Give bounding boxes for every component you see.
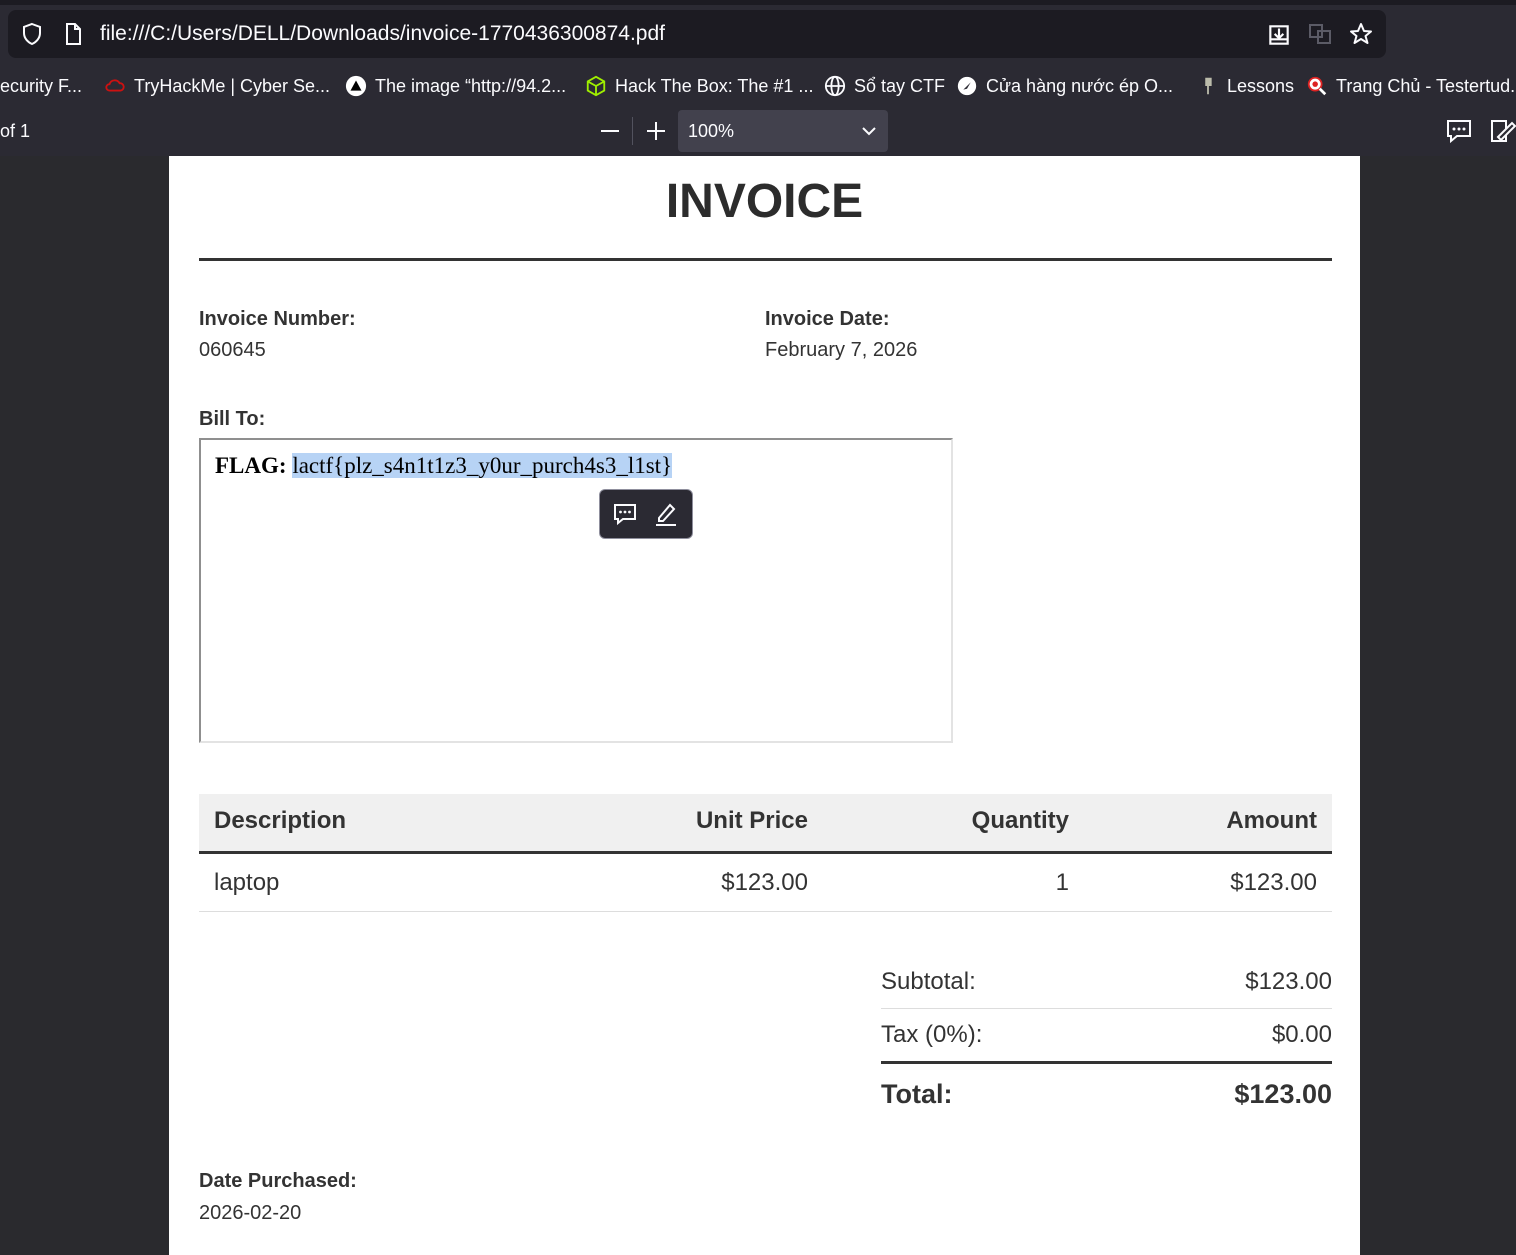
table-row: laptop $123.00 1 $123.00: [199, 854, 1332, 912]
cell-amount: $123.00: [1230, 869, 1317, 896]
pdf-viewer[interactable]: INVOICE Invoice Number: 060645 Invoice D…: [0, 156, 1516, 1255]
cloud-icon: [104, 75, 126, 97]
col-amount: Amount: [1226, 807, 1317, 834]
date-purchased: 2026-02-20: [199, 1202, 302, 1224]
bookmark-item[interactable]: TryHackMe | Cyber Se...: [104, 74, 330, 98]
cell-unit-price: $123.00: [721, 869, 808, 896]
items-table-header: Description Unit Price Quantity Amount: [199, 794, 1332, 854]
bookmark-item[interactable]: The image “http://94.2...: [345, 74, 566, 98]
subtotal-label: Subtotal:: [881, 968, 976, 995]
cube-icon: [585, 75, 607, 97]
zoom-out-button[interactable]: [594, 115, 626, 147]
magnifier-bug-icon: [1306, 75, 1328, 97]
tax-value: $0.00: [1271, 1021, 1332, 1048]
bookmark-item[interactable]: Sổ tay CTF: [824, 74, 945, 98]
subtotal-divider: [881, 1008, 1332, 1009]
bookmark-item[interactable]: Lessons: [1197, 74, 1294, 98]
download-icon[interactable]: [1266, 22, 1292, 48]
date-purchased-label: Date Purchased:: [199, 1170, 357, 1192]
navigation-bar: file:///C:/Users/DELL/Downloads/invoice-…: [0, 5, 1516, 67]
bookmark-label: Trang Chủ - Testertud...: [1336, 75, 1516, 96]
bookmark-label: Sổ tay CTF: [854, 75, 946, 96]
triangle-icon: [345, 75, 367, 97]
page-count: of 1: [0, 121, 31, 141]
invoice-number-label: Invoice Number:: [199, 308, 356, 330]
subtotal-row: Subtotal: $123.00: [881, 968, 1332, 996]
zoom-in-button[interactable]: [640, 115, 672, 147]
page-icon: [66, 23, 81, 45]
cell-description: laptop: [214, 869, 280, 896]
bookmark-label: Hack The Box: The #1 ...: [615, 75, 814, 96]
bill-to-label: Bill To:: [199, 408, 266, 430]
col-description: Description: [214, 807, 347, 834]
bill-to-box: FLAG: lactf{plz_s4n1t1z3_y0ur_purch4s3_l…: [199, 438, 953, 743]
pdf-page: INVOICE Invoice Number: 060645 Invoice D…: [169, 156, 1360, 1255]
bookmark-item[interactable]: Hack The Box: The #1 ...: [585, 74, 813, 98]
flag-label: FLAG:: [215, 453, 287, 478]
chevron-down-icon: [862, 127, 876, 136]
bookmark-label: TryHackMe | Cyber Se...: [134, 75, 331, 96]
compass-icon: [956, 75, 978, 97]
pin-icon: [1197, 75, 1219, 97]
title-divider: [199, 258, 1332, 261]
cell-quantity: 1: [1055, 869, 1069, 896]
translate-icon[interactable]: [1308, 22, 1332, 46]
selection-popup: [599, 489, 693, 539]
pdf-toolbar: of 1 100%: [0, 105, 1516, 157]
bookmarks-toolbar: ecurity F... TryHackMe | Cyber Se... The…: [0, 67, 1516, 105]
bookmark-item[interactable]: ecurity F...: [0, 74, 82, 98]
add-comment-icon[interactable]: [612, 501, 638, 527]
col-quantity: Quantity: [971, 807, 1069, 834]
bookmark-label: Cửa hàng nước ép O...: [986, 75, 1173, 96]
tax-label: Tax (0%):: [881, 1021, 983, 1048]
toolbar-separator: [632, 117, 633, 145]
zoom-select[interactable]: 100%: [678, 110, 888, 152]
globe-icon: [824, 75, 846, 97]
flag-line: FLAG: lactf{plz_s4n1t1z3_y0ur_purch4s3_l…: [215, 453, 673, 479]
edit-tool-icon[interactable]: [1488, 117, 1516, 145]
comment-tool-icon[interactable]: [1445, 117, 1473, 145]
zoom-value: 100%: [688, 121, 735, 141]
bookmark-item[interactable]: Cửa hàng nước ép O...: [956, 74, 1173, 98]
bookmark-label: The image “http://94.2...: [375, 75, 567, 96]
invoice-date-label: Invoice Date:: [765, 308, 890, 330]
col-unit-price: Unit Price: [695, 807, 808, 834]
invoice-number: 060645: [199, 339, 266, 361]
invoice-date: February 7, 2026: [765, 339, 918, 361]
shield-icon[interactable]: [20, 22, 44, 46]
invoice-title: INVOICE: [665, 175, 864, 228]
total-row: Total: $123.00: [881, 1079, 1332, 1110]
total-divider: [881, 1061, 1332, 1064]
flag-value-selected[interactable]: lactf{plz_s4n1t1z3_y0ur_purch4s3_l1st}: [292, 453, 673, 478]
bookmark-label: ecurity F...: [0, 75, 83, 96]
bookmark-item[interactable]: Trang Chủ - Testertud...: [1306, 74, 1516, 98]
star-icon[interactable]: [1349, 22, 1373, 46]
tax-row: Tax (0%): $0.00: [881, 1021, 1332, 1049]
subtotal-value: $123.00: [1245, 968, 1332, 995]
url-bar[interactable]: file:///C:/Users/DELL/Downloads/invoice-…: [8, 10, 1386, 58]
total-label: Total:: [881, 1079, 953, 1109]
url-text[interactable]: file:///C:/Users/DELL/Downloads/invoice-…: [100, 22, 665, 46]
highlight-icon[interactable]: [653, 501, 679, 527]
total-value: $123.00: [1234, 1079, 1332, 1109]
bookmark-label: Lessons: [1227, 75, 1295, 96]
